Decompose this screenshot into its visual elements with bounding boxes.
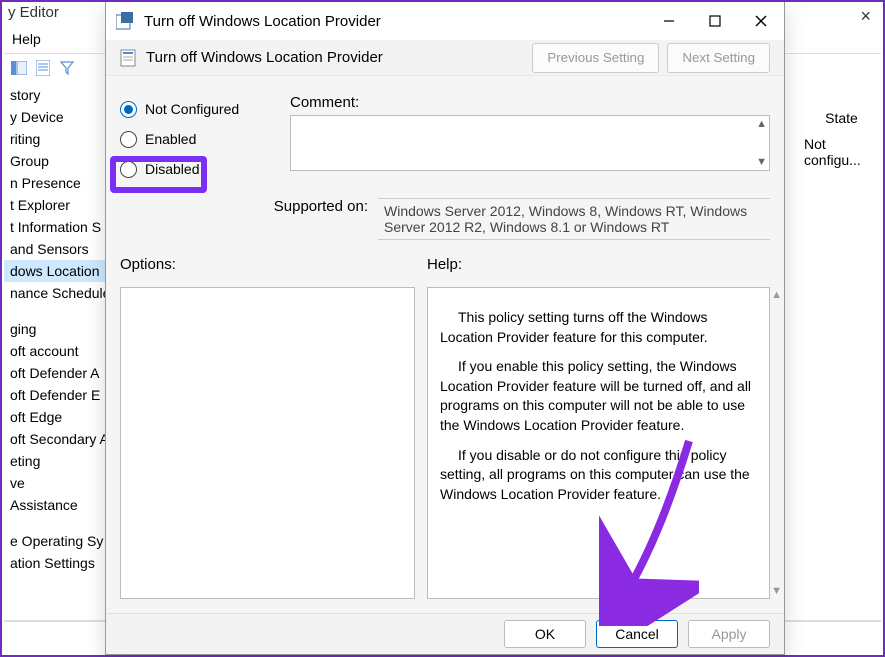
radio-label: Not Configured: [145, 101, 239, 117]
dialog-titlebar: Turn off Windows Location Provider: [106, 2, 784, 40]
help-paragraph: If you disable or do not configure this …: [440, 446, 757, 505]
previous-setting-button[interactable]: Previous Setting: [532, 43, 659, 73]
policy-title: Turn off Windows Location Provider: [146, 49, 524, 66]
radio-label: Enabled: [145, 131, 196, 147]
policy-icon: [120, 49, 138, 67]
cancel-button[interactable]: Cancel: [596, 620, 678, 648]
options-label: Options:: [120, 256, 415, 273]
toolbar-props-icon[interactable]: [32, 57, 54, 79]
toolbar-nav-icon[interactable]: [8, 57, 30, 79]
scroll-down-icon[interactable]: ▼: [771, 585, 782, 597]
app-icon: [116, 12, 134, 30]
next-setting-button[interactable]: Next Setting: [667, 43, 770, 73]
help-label: Help:: [427, 256, 770, 273]
options-panel: [120, 287, 415, 599]
comment-textarea[interactable]: ▲ ▼: [290, 115, 770, 171]
toolbar-filter-icon[interactable]: [56, 57, 78, 79]
annotation-highlight: [110, 156, 207, 193]
close-button[interactable]: [738, 2, 784, 40]
apply-button[interactable]: Apply: [688, 620, 770, 648]
radio-enabled[interactable]: Enabled: [120, 124, 290, 154]
supported-on-text: Windows Server 2012, Windows 8, Windows …: [378, 198, 770, 240]
radio-icon: [120, 101, 137, 118]
help-panel: This policy setting turns off the Window…: [427, 287, 770, 599]
radio-not-configured[interactable]: Not Configured: [120, 94, 290, 124]
comment-label: Comment:: [290, 94, 770, 111]
help-paragraph: This policy setting turns off the Window…: [440, 308, 757, 347]
scroll-up-icon[interactable]: ▲: [756, 118, 767, 130]
ok-button[interactable]: OK: [504, 620, 586, 648]
dialog-title: Turn off Windows Location Provider: [144, 13, 646, 30]
minimize-button[interactable]: [646, 2, 692, 40]
radio-icon: [120, 131, 137, 148]
help-paragraph: If you enable this policy setting, the W…: [440, 357, 757, 435]
policy-dialog: Turn off Windows Location Provider Turn …: [105, 2, 785, 655]
dialog-subheader: Turn off Windows Location Provider Previ…: [106, 40, 784, 76]
maximize-button[interactable]: [692, 2, 738, 40]
parent-close-icon[interactable]: ×: [860, 6, 871, 27]
scroll-down-icon[interactable]: ▼: [756, 156, 767, 168]
menu-help[interactable]: Help: [12, 31, 41, 47]
scroll-up-icon[interactable]: ▲: [771, 289, 782, 301]
parent-window-title: y Editor: [8, 4, 59, 21]
supported-on-label: Supported on:: [120, 198, 378, 240]
state-cell[interactable]: Not configu...: [804, 136, 879, 168]
column-header-state[interactable]: State: [804, 106, 879, 136]
parent-list-right: State Not configu...: [804, 106, 879, 168]
